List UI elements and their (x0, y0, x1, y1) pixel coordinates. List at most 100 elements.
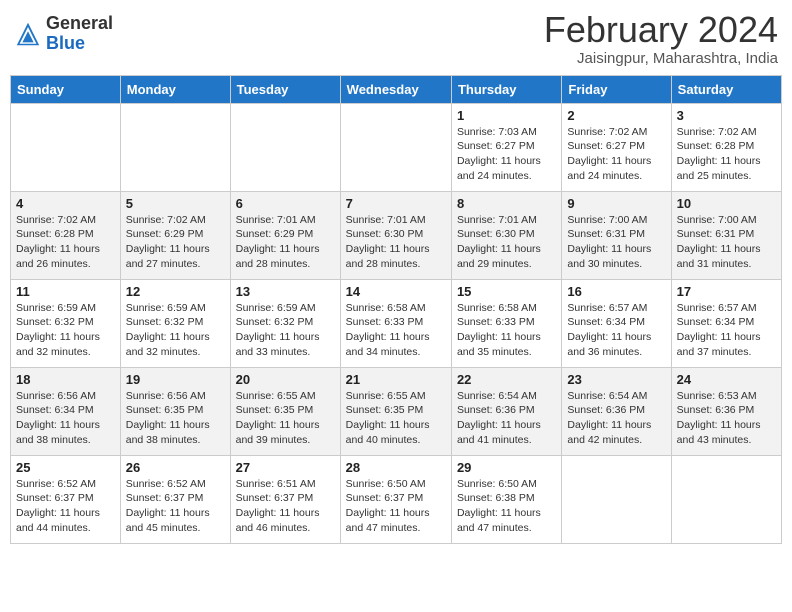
calendar-cell: 17 Sunrise: 6:57 AMSunset: 6:34 PMDayligh… (671, 279, 781, 367)
day-number: 2 (567, 108, 665, 123)
calendar-week-row: 11 Sunrise: 6:59 AMSunset: 6:32 PMDayligh… (11, 279, 782, 367)
calendar-cell: 8Sunrise: 7:01 AMSunset: 6:30 PMDaylight… (451, 191, 561, 279)
day-number: 18 (16, 372, 115, 387)
calendar-cell: 3Sunrise: 7:02 AMSunset: 6:28 PMDaylight… (671, 103, 781, 191)
calendar-cell: 10Sunrise: 7:00 AMSunset: 6:31 PMDayligh… (671, 191, 781, 279)
calendar-cell: 6 Sunrise: 7:01 AMSunset: 6:29 PMDaylight… (230, 191, 340, 279)
calendar-cell: 22 Sunrise: 6:54 AMSunset: 6:36 PMDayligh… (451, 367, 561, 455)
day-info: Sunrise: 6:55 AMSunset: 6:35 PMDaylight:… (346, 389, 446, 448)
weekday-header: Wednesday (340, 75, 451, 103)
day-number: 23 (567, 372, 665, 387)
day-number: 15 (457, 284, 556, 299)
location: Jaisingpur, Maharashtra, India (544, 50, 778, 67)
calendar-cell (340, 103, 451, 191)
day-info: Sunrise: 6:59 AMSunset: 6:32 PMDaylight:… (16, 301, 115, 360)
calendar-week-row: 4 Sunrise: 7:02 AMSunset: 6:28 PMDaylight… (11, 191, 782, 279)
day-number: 4 (16, 196, 115, 211)
day-info: Sunrise: 6:57 AMSunset: 6:34 PMDaylight:… (677, 301, 776, 360)
calendar-cell: 19 Sunrise: 6:56 AMSunset: 6:35 PMDayligh… (120, 367, 230, 455)
day-number: 6 (236, 196, 335, 211)
calendar-table: SundayMondayTuesdayWednesdayThursdayFrid… (10, 75, 782, 544)
calendar-cell: 25Sunrise: 6:52 AMSunset: 6:37 PMDayligh… (11, 455, 121, 543)
day-info: Sunrise: 7:02 AMSunset: 6:28 PMDaylight:… (677, 125, 776, 184)
day-info: Sunrise: 7:00 AMSunset: 6:31 PMDaylight:… (677, 213, 776, 272)
calendar-body: 1Sunrise: 7:03 AMSunset: 6:27 PMDaylight… (11, 103, 782, 543)
day-number: 14 (346, 284, 446, 299)
calendar-cell: 1Sunrise: 7:03 AMSunset: 6:27 PMDaylight… (451, 103, 561, 191)
day-info: Sunrise: 6:56 AMSunset: 6:35 PMDaylight:… (126, 389, 225, 448)
day-info: Sunrise: 6:54 AMSunset: 6:36 PMDaylight:… (457, 389, 556, 448)
calendar-cell: 14Sunrise: 6:58 AMSunset: 6:33 PMDayligh… (340, 279, 451, 367)
calendar-cell: 13 Sunrise: 6:59 AMSunset: 6:32 PMDayligh… (230, 279, 340, 367)
day-info: Sunrise: 7:01 AMSunset: 6:29 PMDaylight:… (236, 213, 335, 272)
calendar-week-row: 25 Sunrise: 6:52 AMSunset: 6:37 PMDayligh… (11, 455, 782, 543)
day-info: Sunrise: 7:00 AMSunset: 6:31 PMDaylight:… (567, 213, 665, 272)
day-number: 21 (346, 372, 446, 387)
month-title: February 2024 (544, 10, 778, 50)
calendar-week-row: 1Sunrise: 7:03 AMSunset: 6:27 PMDaylight… (11, 103, 782, 191)
day-number: 9 (567, 196, 665, 211)
day-number: 1 (457, 108, 556, 123)
weekday-header: Friday (562, 75, 671, 103)
day-number: 11 (16, 284, 115, 299)
day-info: Sunrise: 6:59 AMSunset: 6:32 PMDaylight:… (126, 301, 225, 360)
day-number: 22 (457, 372, 556, 387)
day-info: Sunrise: 6:53 AMSunset: 6:36 PMDaylight:… (677, 389, 776, 448)
calendar-cell: 2 Sunrise: 7:02 AMSunset: 6:27 PMDaylight… (562, 103, 671, 191)
day-info: Sunrise: 6:50 AMSunset: 6:37 PMDaylight:… (346, 477, 446, 536)
day-number: 27 (236, 460, 335, 475)
day-info: Sunrise: 6:58 AMSunset: 6:33 PMDaylight:… (457, 301, 556, 360)
day-number: 13 (236, 284, 335, 299)
day-info: Sunrise: 6:59 AMSunset: 6:32 PMDaylight:… (236, 301, 335, 360)
calendar-cell: 18 Sunrise: 6:56 AMSunset: 6:34 PMDayligh… (11, 367, 121, 455)
day-info: Sunrise: 6:56 AMSunset: 6:34 PMDaylight:… (16, 389, 115, 448)
day-info: Sunrise: 7:01 AMSunset: 6:30 PMDaylight:… (346, 213, 446, 272)
title-area: February 2024 Jaisingpur, Maharashtra, I… (544, 10, 778, 67)
calendar-cell: 4 Sunrise: 7:02 AMSunset: 6:28 PMDaylight… (11, 191, 121, 279)
day-number: 8 (457, 196, 556, 211)
calendar-cell (120, 103, 230, 191)
logo-icon (14, 20, 42, 48)
day-number: 29 (457, 460, 556, 475)
header: General Blue February 2024 Jaisingpur, M… (10, 10, 782, 67)
weekday-header: Saturday (671, 75, 781, 103)
calendar-week-row: 18 Sunrise: 6:56 AMSunset: 6:34 PMDayligh… (11, 367, 782, 455)
calendar-cell: 16Sunrise: 6:57 AMSunset: 6:34 PMDayligh… (562, 279, 671, 367)
day-number: 20 (236, 372, 335, 387)
day-info: Sunrise: 6:52 AMSunset: 6:37 PMDaylight:… (126, 477, 225, 536)
calendar-cell: 24Sunrise: 6:53 AMSunset: 6:36 PMDayligh… (671, 367, 781, 455)
day-info: Sunrise: 7:02 AMSunset: 6:27 PMDaylight:… (567, 125, 665, 184)
day-info: Sunrise: 7:02 AMSunset: 6:28 PMDaylight:… (16, 213, 115, 272)
weekday-header: Sunday (11, 75, 121, 103)
calendar-cell: 29 Sunrise: 6:50 AMSunset: 6:38 PMDayligh… (451, 455, 561, 543)
weekday-header: Thursday (451, 75, 561, 103)
day-info: Sunrise: 6:50 AMSunset: 6:38 PMDaylight:… (457, 477, 556, 536)
day-number: 25 (16, 460, 115, 475)
day-number: 5 (126, 196, 225, 211)
day-number: 28 (346, 460, 446, 475)
weekday-header: Tuesday (230, 75, 340, 103)
day-info: Sunrise: 6:55 AMSunset: 6:35 PMDaylight:… (236, 389, 335, 448)
weekday-header: Monday (120, 75, 230, 103)
calendar-cell: 21 Sunrise: 6:55 AMSunset: 6:35 PMDayligh… (340, 367, 451, 455)
calendar-cell: 7 Sunrise: 7:01 AMSunset: 6:30 PMDaylight… (340, 191, 451, 279)
calendar-cell: 9 Sunrise: 7:00 AMSunset: 6:31 PMDaylight… (562, 191, 671, 279)
calendar-cell: 20 Sunrise: 6:55 AMSunset: 6:35 PMDayligh… (230, 367, 340, 455)
day-number: 7 (346, 196, 446, 211)
day-info: Sunrise: 6:51 AMSunset: 6:37 PMDaylight:… (236, 477, 335, 536)
calendar-cell: 27 Sunrise: 6:51 AMSunset: 6:37 PMDayligh… (230, 455, 340, 543)
calendar-cell (230, 103, 340, 191)
day-number: 12 (126, 284, 225, 299)
calendar-header-row: SundayMondayTuesdayWednesdayThursdayFrid… (11, 75, 782, 103)
calendar-cell: 23Sunrise: 6:54 AMSunset: 6:36 PMDayligh… (562, 367, 671, 455)
calendar-cell (11, 103, 121, 191)
calendar-cell: 5 Sunrise: 7:02 AMSunset: 6:29 PMDaylight… (120, 191, 230, 279)
calendar-cell (562, 455, 671, 543)
logo-blue-text: Blue (46, 34, 113, 54)
day-info: Sunrise: 7:02 AMSunset: 6:29 PMDaylight:… (126, 213, 225, 272)
calendar-cell: 26Sunrise: 6:52 AMSunset: 6:37 PMDayligh… (120, 455, 230, 543)
day-number: 17 (677, 284, 776, 299)
calendar-cell: 12 Sunrise: 6:59 AMSunset: 6:32 PMDayligh… (120, 279, 230, 367)
calendar-cell: 28 Sunrise: 6:50 AMSunset: 6:37 PMDayligh… (340, 455, 451, 543)
day-number: 19 (126, 372, 225, 387)
